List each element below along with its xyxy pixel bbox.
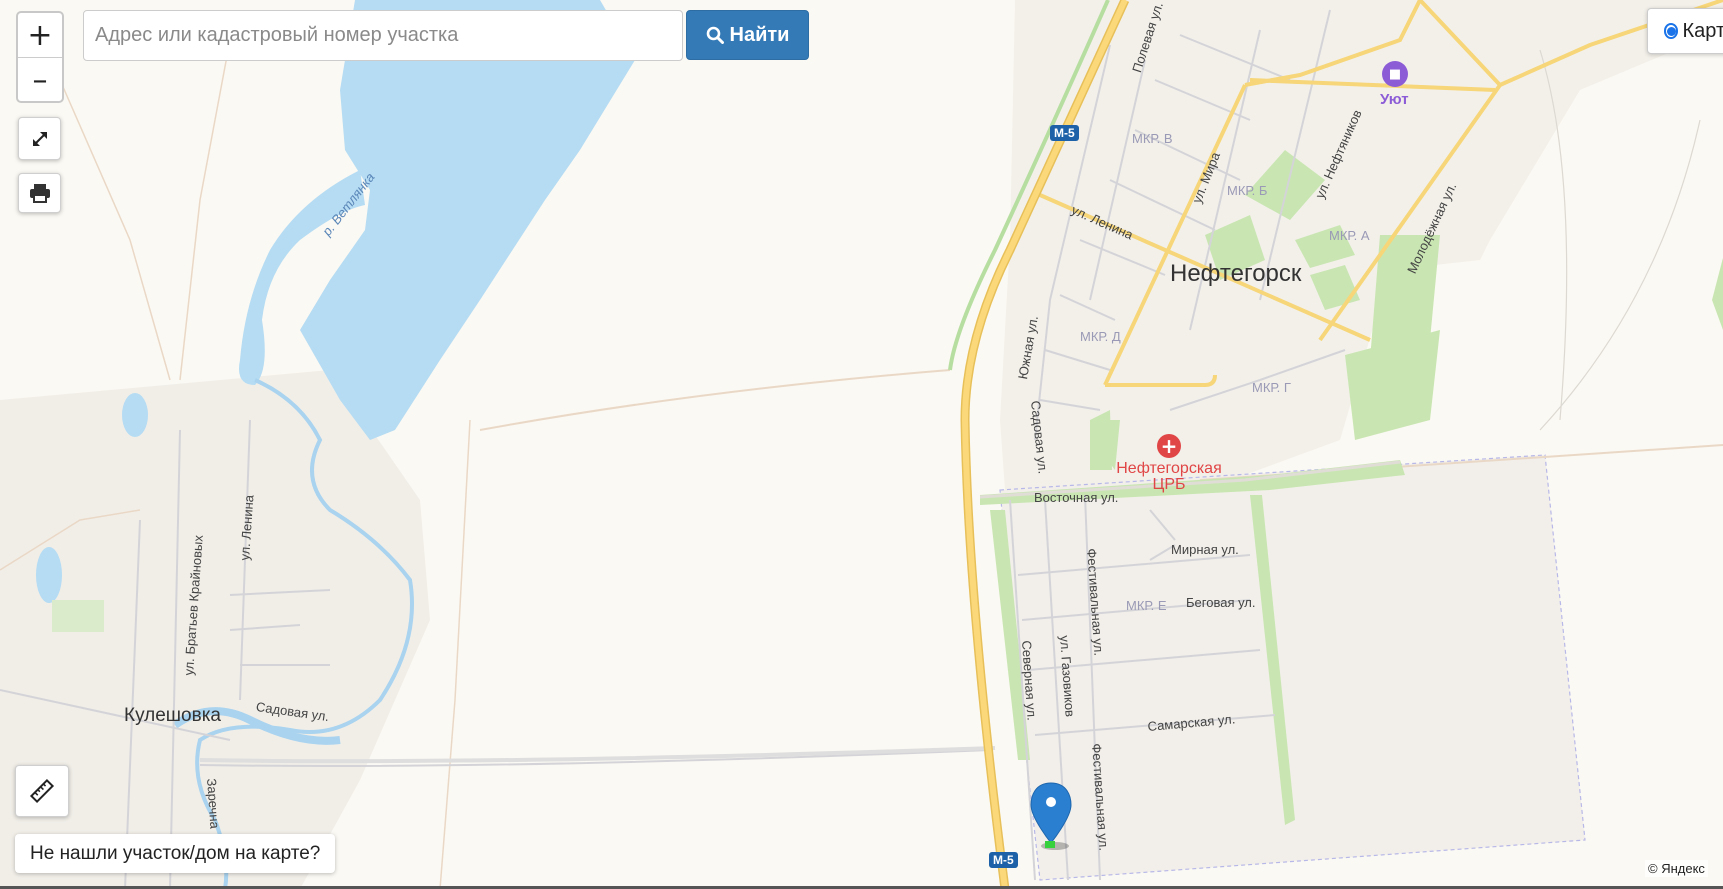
zoom-out-button[interactable]: – <box>18 58 62 102</box>
printer-icon <box>29 184 50 203</box>
street-label: Восточная ул. <box>1034 490 1119 505</box>
zoom-in-button[interactable]: + <box>18 13 62 57</box>
district-label: МКР. В <box>1132 131 1173 146</box>
layer-toggle-label: Карта <box>1682 19 1723 42</box>
reservoir <box>300 0 635 440</box>
district-label: МКР. Д <box>1080 329 1121 344</box>
pond <box>36 547 62 603</box>
pond <box>122 393 148 437</box>
district-label: МКР. Б <box>1227 183 1268 198</box>
search-icon <box>706 26 724 44</box>
street-label: Заречна <box>204 777 223 830</box>
city-label-neftegorsk: Нефтегорск <box>1170 260 1302 287</box>
poi-hotel-label: Уют <box>1380 91 1409 108</box>
hospital-icon: + <box>1157 434 1181 458</box>
search-button-label: Найти <box>729 23 790 46</box>
layer-radio[interactable] <box>1664 23 1679 39</box>
hotel-icon: ■ <box>1382 61 1408 87</box>
city-label-kuleshovka: Кулешовка <box>124 705 222 726</box>
print-button[interactable] <box>18 173 61 213</box>
district-label: МКР. Г <box>1252 380 1291 395</box>
map-attribution[interactable]: © Яндекс <box>1645 860 1708 877</box>
map-container[interactable]: Нефтегорск Кулешовка + Нефтегорская ЦРБ … <box>0 0 1723 889</box>
zoom-control: + – <box>16 11 64 103</box>
map-canvas[interactable] <box>0 0 1723 889</box>
expand-icon <box>32 131 47 146</box>
park <box>52 600 104 632</box>
district-label: МКР. А <box>1329 228 1370 243</box>
fullscreen-button[interactable] <box>18 117 61 160</box>
not-found-button[interactable]: Не нашли участок/дом на карте? <box>15 834 336 873</box>
ruler-button[interactable] <box>15 765 69 817</box>
road-shield: M-5 <box>989 852 1018 868</box>
search-input[interactable] <box>83 10 683 61</box>
poi-hotel[interactable]: ■ <box>1380 61 1410 87</box>
layer-toggle[interactable]: Карта <box>1647 8 1723 54</box>
road-shield: M-5 <box>1050 125 1079 141</box>
search-button[interactable]: Найти <box>686 10 809 60</box>
district-label: МКР. Е <box>1126 598 1167 613</box>
poi-hospital-label[interactable]: + Нефтегорская ЦРБ <box>1112 434 1226 493</box>
street-label: Беговая ул. <box>1186 595 1256 610</box>
street-label: Мирная ул. <box>1171 542 1239 557</box>
ruler-icon <box>29 778 55 804</box>
